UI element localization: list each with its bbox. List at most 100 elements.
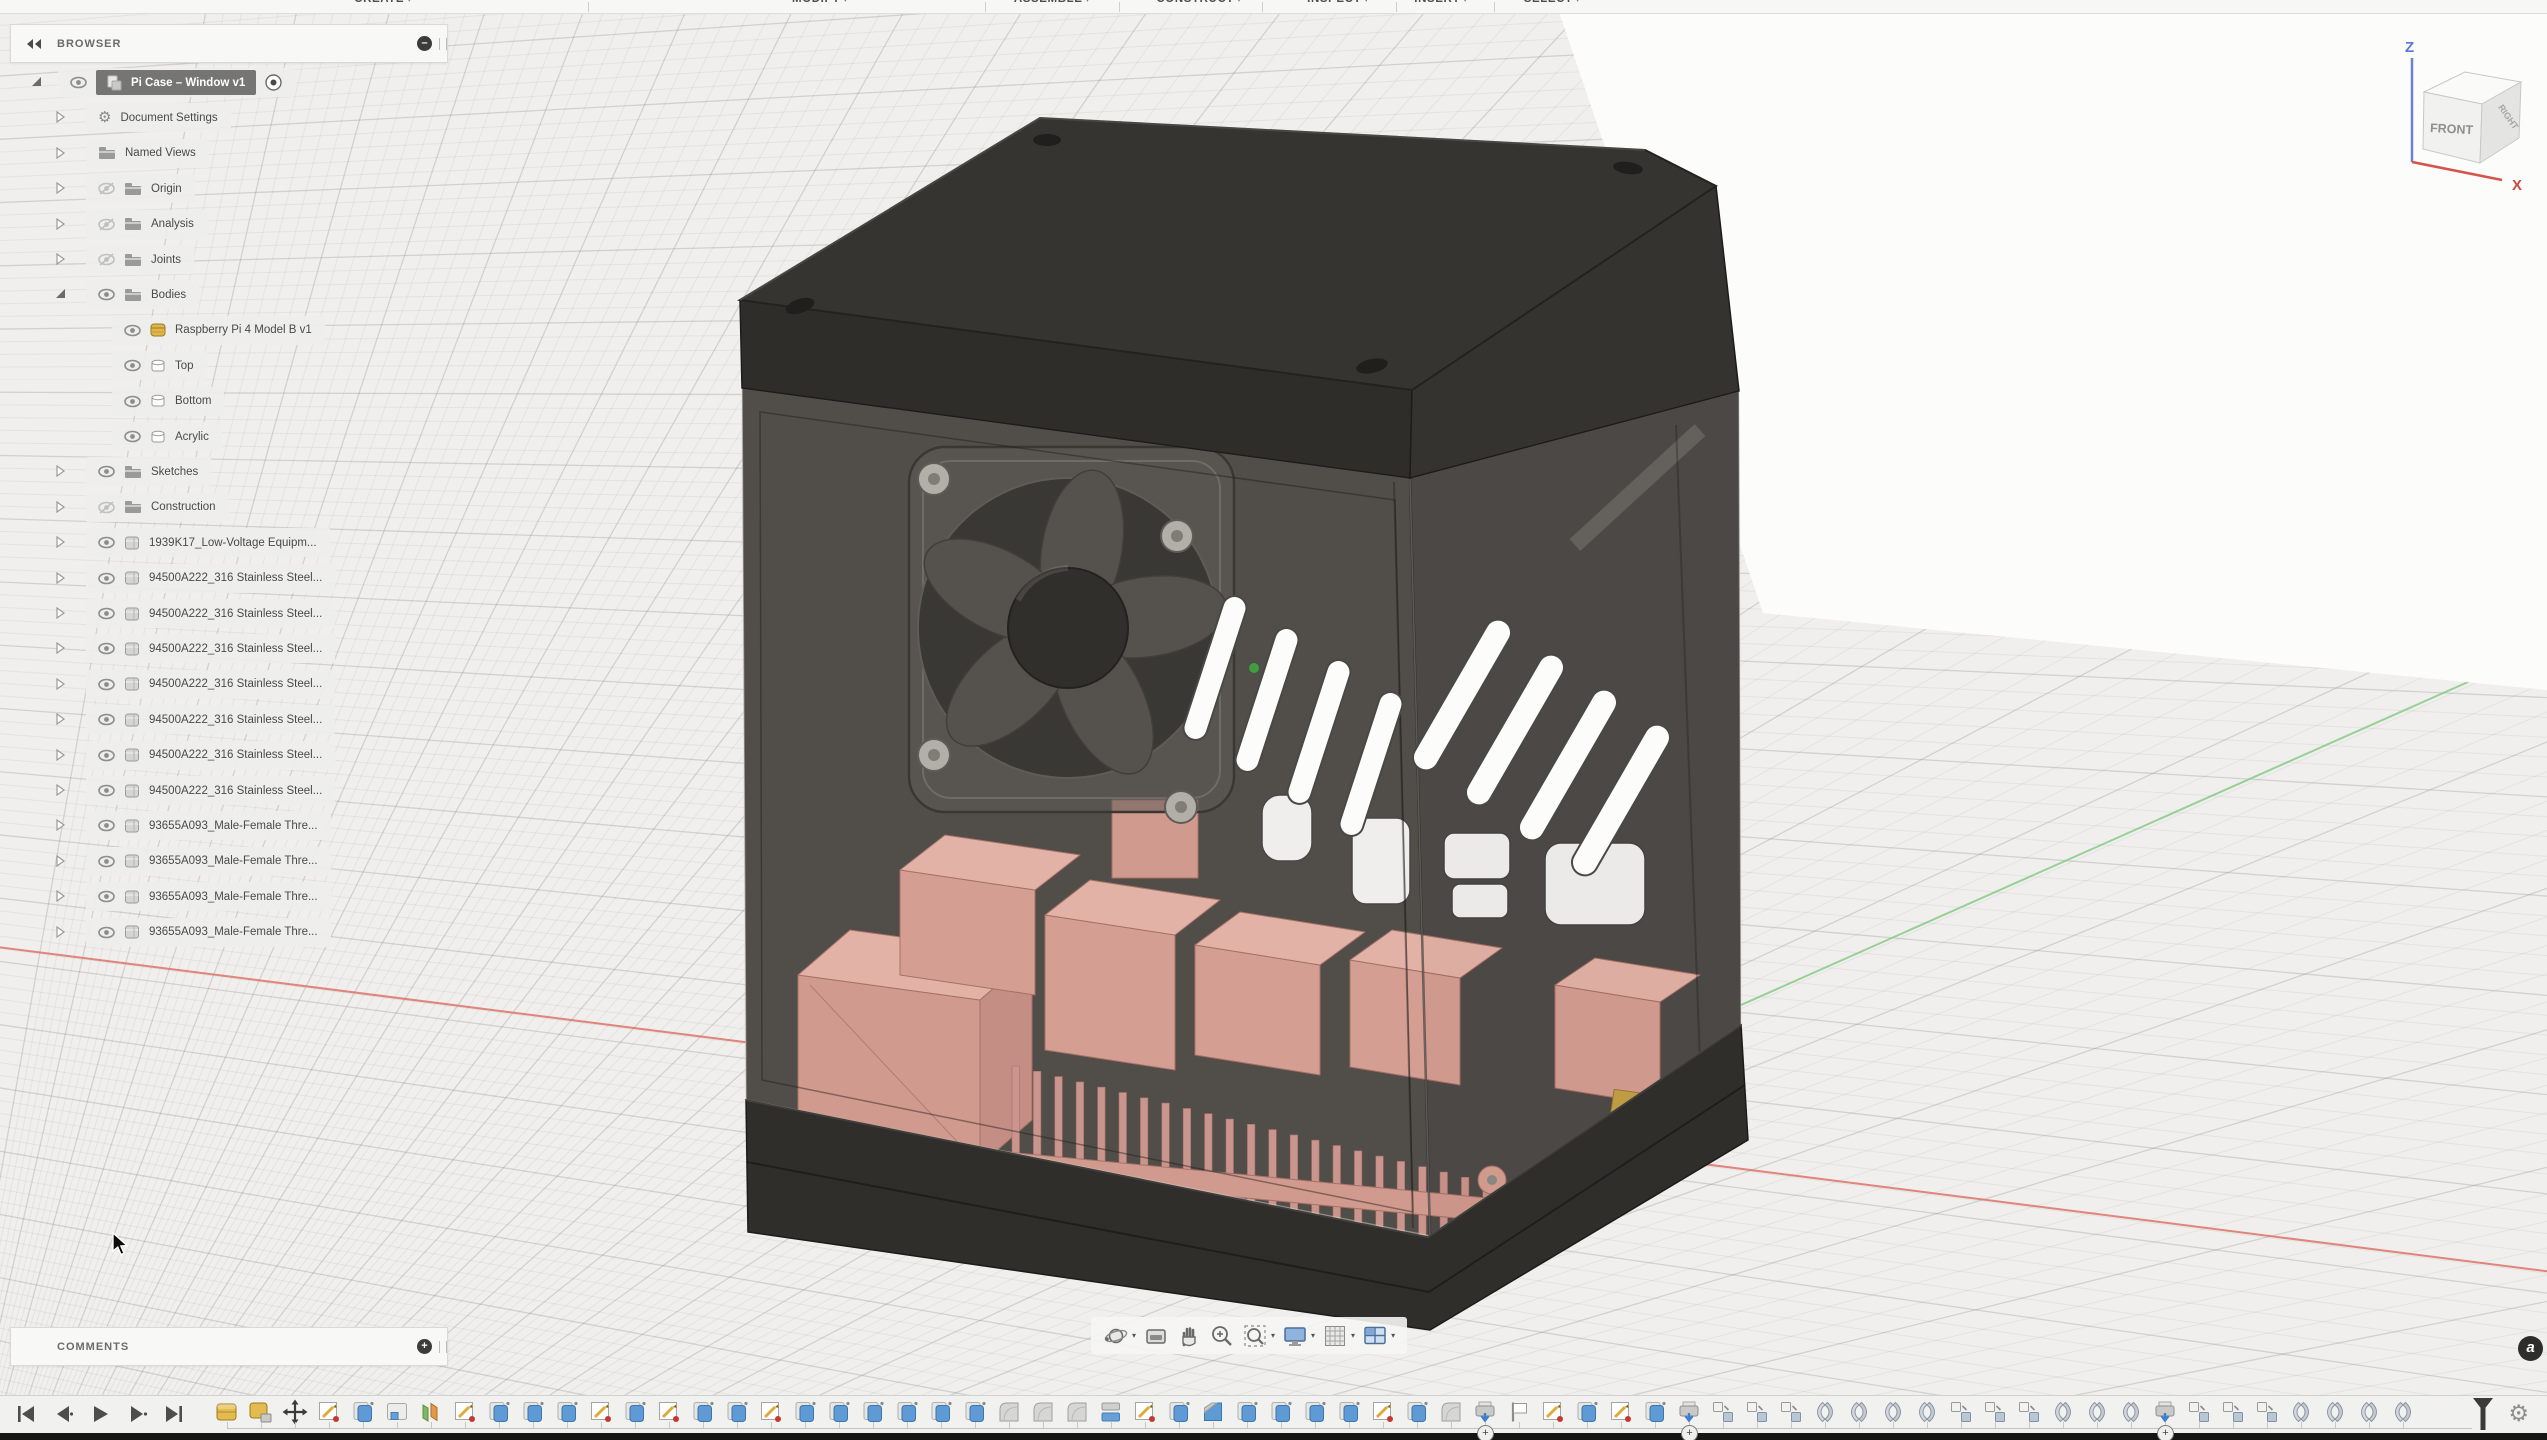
eye-off-icon[interactable] bbox=[98, 182, 115, 195]
eye-icon[interactable] bbox=[124, 324, 141, 337]
tree-collapse-arrow[interactable] bbox=[54, 253, 66, 265]
tree-collapse-arrow[interactable] bbox=[54, 182, 66, 194]
browser-row[interactable]: 94500A222_316 Stainless Steel... bbox=[86, 705, 335, 734]
browser-row[interactable]: 94500A222_316 Stainless Steel... bbox=[86, 634, 335, 663]
nav-viewports-icon[interactable]: ▾ bbox=[1362, 1323, 1395, 1349]
eye-icon[interactable] bbox=[98, 890, 115, 903]
eye-icon[interactable] bbox=[98, 819, 115, 832]
comments-add-icon[interactable]: + bbox=[417, 1339, 432, 1354]
playback-step-forward-button[interactable] bbox=[125, 1402, 149, 1426]
timeline-settings-gear-icon[interactable]: ⚙ bbox=[2508, 1400, 2529, 1427]
eye-icon[interactable] bbox=[98, 607, 115, 620]
tree-collapse-arrow[interactable] bbox=[54, 147, 66, 159]
menu-assemble[interactable]: ASSEMBLE▾ bbox=[1014, 0, 1090, 5]
menu-create[interactable]: CREATE▾ bbox=[354, 0, 412, 5]
tree-collapse-arrow[interactable] bbox=[54, 678, 66, 690]
browser-row[interactable]: 1939K17_Low-Voltage Equipm... bbox=[86, 528, 330, 557]
eye-icon[interactable] bbox=[124, 395, 141, 408]
browser-row[interactable]: 94500A222_316 Stainless Steel... bbox=[86, 599, 335, 628]
menu-construct[interactable]: CONSTRUCT▾ bbox=[1156, 0, 1241, 5]
browser-row[interactable]: 93655A093_Male-Female Thre... bbox=[86, 882, 331, 911]
eye-icon[interactable] bbox=[124, 359, 141, 372]
browser-row[interactable]: Acrylic bbox=[112, 422, 222, 451]
browser-row[interactable]: 93655A093_Male-Female Thre... bbox=[86, 847, 331, 876]
tree-collapse-arrow[interactable] bbox=[54, 890, 66, 902]
tree-collapse-arrow[interactable] bbox=[54, 501, 66, 513]
tree-expand-arrow[interactable] bbox=[30, 76, 42, 88]
browser-drag-handle[interactable] bbox=[439, 38, 447, 50]
dropdown-caret[interactable]: ▾ bbox=[1391, 1331, 1395, 1340]
nav-grid-and-snaps-icon[interactable]: ▾ bbox=[1322, 1323, 1355, 1349]
tree-collapse-arrow[interactable] bbox=[54, 926, 66, 938]
model-pi-case[interactable] bbox=[740, 118, 1748, 1330]
nav-fit-icon[interactable]: ▾ bbox=[1242, 1323, 1275, 1349]
browser-row[interactable]: 94500A222_316 Stainless Steel... bbox=[86, 670, 335, 699]
nav-pan-icon[interactable] bbox=[1176, 1323, 1202, 1349]
browser-row[interactable]: ⚙Document Settings bbox=[86, 103, 231, 132]
browser-row[interactable]: Sketches bbox=[86, 457, 211, 486]
eye-icon[interactable] bbox=[98, 288, 115, 301]
eye-icon[interactable] bbox=[98, 678, 115, 691]
browser-row[interactable]: 93655A093_Male-Female Thre... bbox=[86, 918, 331, 947]
browser-row[interactable]: Analysis bbox=[86, 210, 207, 239]
tree-expand-arrow[interactable] bbox=[54, 288, 66, 300]
comments-panel[interactable]: COMMENTS + bbox=[10, 1327, 448, 1366]
timeline-playhead[interactable] bbox=[2472, 1397, 2494, 1433]
tree-collapse-arrow[interactable] bbox=[54, 749, 66, 761]
acrylic-window[interactable] bbox=[742, 388, 1741, 1236]
playback-skip-to-start-button[interactable] bbox=[14, 1402, 38, 1426]
browser-row[interactable]: Bottom bbox=[112, 387, 224, 416]
browser-row[interactable]: Named Views bbox=[86, 139, 209, 168]
assistant-icon[interactable]: a bbox=[2518, 1336, 2543, 1361]
browser-row[interactable]: Pi Case – Window v1 bbox=[58, 68, 295, 97]
tree-collapse-arrow[interactable] bbox=[54, 536, 66, 548]
playback-step-back-button[interactable] bbox=[51, 1402, 75, 1426]
dropdown-caret[interactable]: ▾ bbox=[1132, 1331, 1136, 1340]
eye-icon[interactable] bbox=[98, 572, 115, 585]
eye-icon[interactable] bbox=[70, 76, 87, 89]
tree-collapse-arrow[interactable] bbox=[54, 111, 66, 123]
browser-row[interactable]: Joints bbox=[86, 245, 194, 274]
timeline-group-expand-icon[interactable]: + bbox=[1477, 1425, 1494, 1440]
browser-row[interactable]: 94500A222_316 Stainless Steel... bbox=[86, 776, 335, 805]
dropdown-caret[interactable]: ▾ bbox=[1311, 1331, 1315, 1340]
eye-icon[interactable] bbox=[98, 926, 115, 939]
collapse-panel-icon[interactable] bbox=[25, 38, 43, 50]
menu-insert[interactable]: INSERT▾ bbox=[1414, 0, 1467, 5]
eye-icon[interactable] bbox=[98, 749, 115, 762]
tree-collapse-arrow[interactable] bbox=[54, 607, 66, 619]
nav-display-settings-icon[interactable]: ▾ bbox=[1282, 1323, 1315, 1349]
dropdown-caret[interactable]: ▾ bbox=[1271, 1331, 1275, 1340]
nav-look-at-icon[interactable] bbox=[1143, 1323, 1169, 1349]
playback-play-button[interactable] bbox=[88, 1402, 112, 1426]
eye-off-icon[interactable] bbox=[98, 253, 115, 266]
browser-row[interactable]: Origin bbox=[86, 174, 195, 203]
tree-collapse-arrow[interactable] bbox=[54, 713, 66, 725]
browser-header[interactable]: BROWSER – bbox=[10, 24, 448, 63]
nav-orbit-icon[interactable]: ▾ bbox=[1103, 1323, 1136, 1349]
browser-row[interactable]: Construction bbox=[86, 493, 229, 522]
eye-off-icon[interactable] bbox=[98, 218, 115, 231]
eye-icon[interactable] bbox=[98, 536, 115, 549]
eye-off-icon[interactable] bbox=[98, 501, 115, 514]
eye-icon[interactable] bbox=[124, 430, 141, 443]
browser-row[interactable]: Bodies bbox=[86, 280, 199, 309]
tree-collapse-arrow[interactable] bbox=[54, 572, 66, 584]
menu-modify[interactable]: MODIFY▾ bbox=[792, 0, 848, 5]
tree-collapse-arrow[interactable] bbox=[54, 465, 66, 477]
selected-component[interactable]: Pi Case – Window v1 bbox=[96, 70, 256, 95]
browser-row[interactable]: Raspberry Pi 4 Model B v1 bbox=[112, 316, 325, 345]
timeline-group-expand-icon[interactable]: + bbox=[2157, 1425, 2174, 1440]
comments-drag-handle[interactable] bbox=[439, 1341, 447, 1353]
eye-icon[interactable] bbox=[98, 465, 115, 478]
dropdown-caret[interactable]: ▾ bbox=[1351, 1331, 1355, 1340]
viewcube-front-face[interactable]: FRONT bbox=[2430, 121, 2474, 137]
tree-collapse-arrow[interactable] bbox=[54, 784, 66, 796]
browser-minimize-icon[interactable]: – bbox=[417, 36, 432, 51]
timeline-group-expand-icon[interactable]: + bbox=[1681, 1425, 1698, 1440]
eye-icon[interactable] bbox=[98, 642, 115, 655]
menu-select[interactable]: SELECT▾ bbox=[1524, 0, 1581, 5]
browser-row[interactable]: 93655A093_Male-Female Thre... bbox=[86, 811, 331, 840]
browser-row[interactable]: Top bbox=[112, 351, 207, 380]
menu-inspect[interactable]: INSPECT▾ bbox=[1307, 0, 1369, 5]
